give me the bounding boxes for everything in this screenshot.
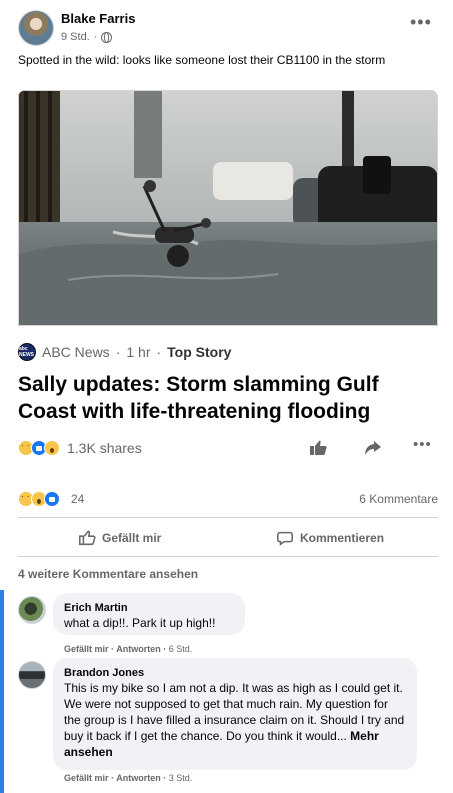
flooded-street-image[interactable] bbox=[18, 90, 438, 326]
avatar[interactable] bbox=[18, 661, 46, 689]
post-action-bar: Gefällt mir Kommentieren bbox=[18, 523, 438, 553]
link-preview-card[interactable]: abc NEWS ABC News · 1 hr · Top Story Sal… bbox=[18, 90, 438, 468]
comment-label: Kommentieren bbox=[300, 531, 385, 545]
link-source[interactable]: ABC News bbox=[42, 344, 110, 360]
comment-reply-link[interactable]: Antworten bbox=[116, 773, 161, 783]
share-count[interactable]: 1.3K shares bbox=[67, 440, 142, 456]
actions-divider bbox=[18, 556, 438, 557]
post-header: Blake Farris 9 Std. · ••• bbox=[18, 10, 438, 46]
post-caption: Spotted in the wild: looks like someone … bbox=[18, 53, 386, 67]
more-options-icon[interactable]: ••• bbox=[410, 13, 431, 31]
source-separator: · bbox=[115, 344, 121, 360]
comment-author[interactable]: Erich Martin bbox=[64, 601, 234, 615]
comment-bubble: Erich Martin what a dip!!. Park it up hi… bbox=[53, 593, 245, 635]
comment-time[interactable]: 6 Std. bbox=[169, 644, 193, 654]
facebook-post: Blake Farris 9 Std. · ••• Spotted in the… bbox=[0, 0, 453, 793]
meta-separator: · bbox=[93, 31, 98, 43]
comment-text: This is my bike so I am not a dip. It wa… bbox=[64, 680, 406, 760]
comment-like-link[interactable]: Gefällt mir bbox=[64, 644, 109, 654]
globe-icon[interactable] bbox=[101, 31, 113, 43]
abc-news-logo[interactable]: abc NEWS bbox=[18, 343, 36, 361]
comment-bubble-icon bbox=[277, 531, 293, 546]
link-time: 1 hr bbox=[126, 344, 151, 360]
like-button[interactable]: Gefällt mir bbox=[78, 523, 161, 553]
comment-like-link[interactable]: Gefällt mir bbox=[64, 773, 109, 783]
comment-reply-link[interactable]: Antworten bbox=[116, 644, 161, 654]
share-icon[interactable] bbox=[363, 438, 383, 458]
author-avatar[interactable] bbox=[18, 10, 54, 46]
post-reactions: 24 6 Kommentare bbox=[18, 490, 438, 508]
like-label: Gefällt mir bbox=[102, 531, 162, 545]
comment-text: what a dip!!. Park it up high!! bbox=[64, 616, 216, 630]
comment-actions: Gefällt mir · Antworten · 3 Std. bbox=[64, 773, 192, 783]
top-story-tag: Top Story bbox=[167, 344, 232, 360]
post-meta: 9 Std. · bbox=[61, 30, 113, 44]
view-more-comments-link[interactable]: 4 weitere Kommentare ansehen bbox=[18, 567, 198, 581]
reactions-divider bbox=[18, 517, 438, 518]
tag-separator: · bbox=[156, 344, 162, 360]
like-reaction-icon[interactable] bbox=[44, 491, 60, 507]
link-source-row: abc NEWS ABC News · 1 hr · Top Story bbox=[18, 343, 231, 361]
link-card-actions: 1.3K shares ••• bbox=[18, 436, 438, 460]
more-horizontal-icon[interactable]: ••• bbox=[413, 437, 433, 460]
avatar[interactable] bbox=[18, 596, 46, 624]
comments-thread: Erich Martin what a dip!!. Park it up hi… bbox=[0, 590, 453, 793]
comment-actions: Gefällt mir · Antworten · 6 Std. bbox=[64, 644, 192, 654]
thumbs-up-outline-icon bbox=[79, 530, 96, 546]
like-icon[interactable] bbox=[308, 438, 328, 458]
comment-time[interactable]: 3 Std. bbox=[169, 773, 193, 783]
reaction-count[interactable]: 24 bbox=[71, 492, 84, 506]
author-name[interactable]: Blake Farris bbox=[61, 11, 135, 26]
post-time[interactable]: 9 Std. bbox=[61, 31, 90, 43]
comment-count[interactable]: 6 Kommentare bbox=[359, 492, 438, 506]
comment-bubble: Brandon Jones This is my bike so I am no… bbox=[53, 658, 417, 770]
news-headline[interactable]: Sally updates: Storm slamming Gulf Coast… bbox=[18, 371, 438, 425]
flooded-street-photo bbox=[18, 90, 438, 326]
wow-reaction-icon bbox=[44, 440, 60, 456]
comment-button[interactable]: Kommentieren bbox=[276, 523, 384, 553]
comment-author[interactable]: Brandon Jones bbox=[64, 666, 406, 680]
